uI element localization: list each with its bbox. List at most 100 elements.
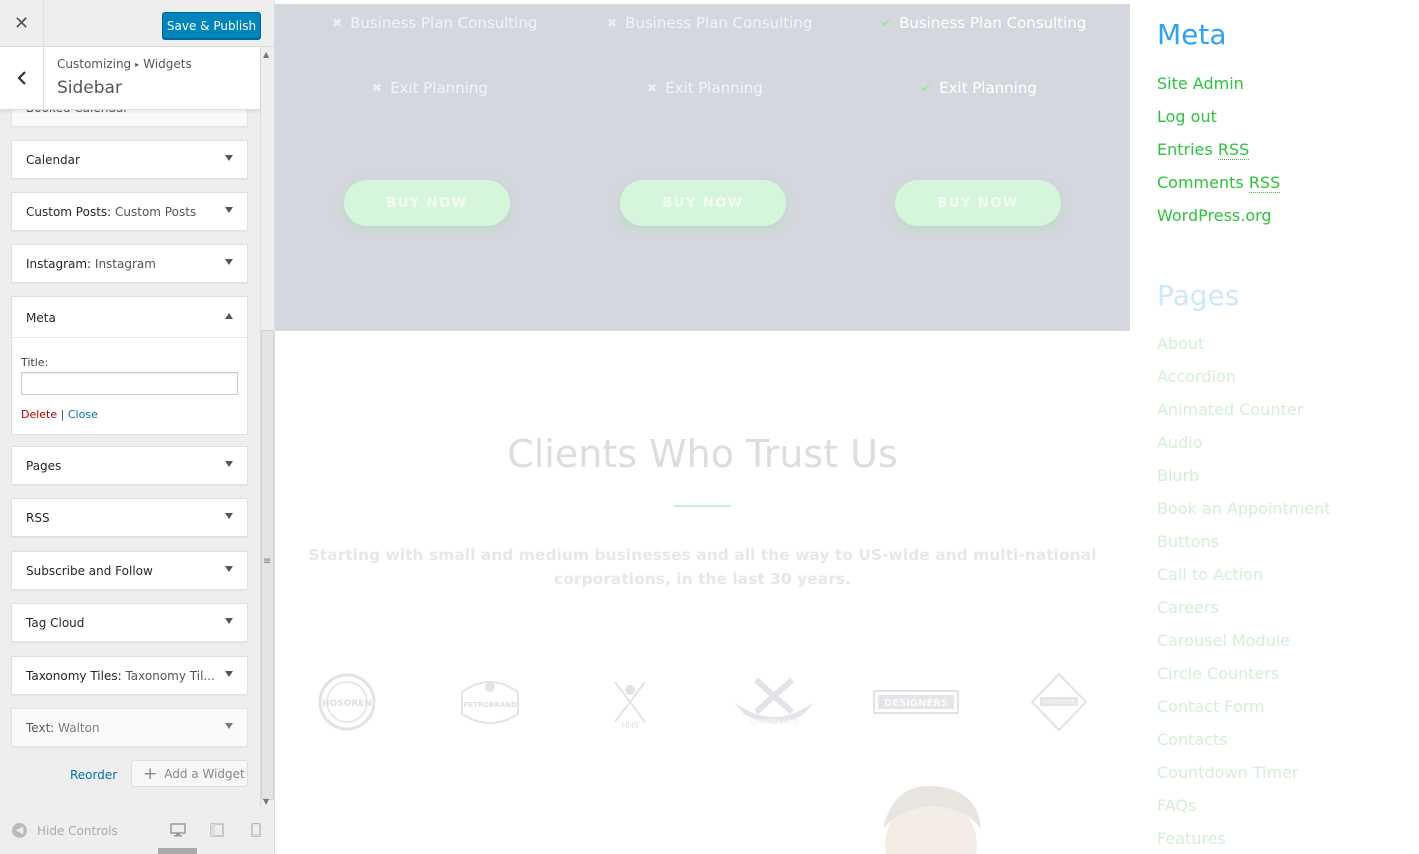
widget-title: Pages	[26, 459, 62, 473]
widget-instagram[interactable]: Instagram: Instagram	[11, 244, 248, 283]
widget-actions: Delete | Close	[21, 408, 98, 421]
close-customizer-button[interactable]: ✕	[0, 0, 44, 47]
svg-text:DESIGNERS: DESIGNERS	[884, 698, 948, 709]
breadcrumb-parent: Customizing	[57, 57, 132, 71]
widget-pages[interactable]: Pages	[11, 446, 248, 485]
save-publish-button[interactable]: Save & Publish	[162, 12, 261, 39]
customizer-footer: ◀ Hide Controls	[0, 812, 274, 854]
plus-icon: +	[143, 763, 158, 784]
widget-taxonomy-tiles[interactable]: Taxonomy Tiles: Taxonomy Til...	[11, 656, 248, 695]
collapse-arrow-icon[interactable]	[225, 313, 233, 319]
close-link[interactable]: Close	[68, 408, 98, 421]
page-link[interactable]: Carousel Module	[1157, 631, 1290, 650]
page-link[interactable]: Audio	[1157, 433, 1202, 452]
pricing-feature: ✖ Exit Planning	[372, 79, 488, 97]
page-link[interactable]: Accordion	[1157, 367, 1236, 386]
title-input[interactable]	[21, 372, 238, 395]
mobile-preview-icon[interactable]	[248, 823, 264, 837]
widget-title: Meta	[26, 311, 56, 325]
buy-now-button[interactable]: BUY NOW	[344, 180, 510, 226]
meta-link-comments-rss[interactable]: Comments RSS	[1157, 173, 1281, 193]
hide-controls-button[interactable]: ◀ Hide Controls	[12, 823, 118, 838]
widget-title: Text: Walton	[26, 721, 100, 735]
svg-text:HOSOREN: HOSOREN	[322, 699, 372, 709]
pricing-feature: ✔ Exit Planning	[921, 79, 1037, 97]
svg-text:PROVIDENCE: PROVIDENCE	[1043, 700, 1076, 706]
resize-grip-icon[interactable]: ≡	[263, 556, 271, 567]
widget-title: Taxonomy Tiles: Taxonomy Til...	[26, 669, 215, 683]
desktop-preview-icon[interactable]	[170, 823, 186, 837]
svg-text:PETROBRAND: PETROBRAND	[463, 701, 517, 709]
page-link[interactable]: About	[1157, 334, 1204, 353]
chevron-left-icon	[16, 71, 26, 85]
widget-title: RSS	[26, 511, 50, 525]
tablet-preview-icon[interactable]	[209, 823, 225, 837]
page-link[interactable]: Contact Form	[1157, 697, 1265, 716]
cross-icon: ✖	[647, 81, 658, 95]
expand-arrow-icon[interactable]	[225, 155, 233, 161]
client-logo-designers: DESIGNERS	[872, 672, 960, 732]
expand-arrow-icon[interactable]	[225, 259, 233, 265]
page-link[interactable]: FAQs	[1157, 796, 1196, 815]
title-field-label: Title:	[21, 356, 49, 369]
scroll-down-arrow-icon[interactable]: ▼	[263, 797, 269, 806]
pricing-table: ✖ Business Plan Consulting ✖ Exit Planning…	[275, 4, 1130, 331]
page-link[interactable]: Features	[1157, 829, 1226, 848]
widget-subscribe-and-follow[interactable]: Subscribe and Follow	[11, 551, 248, 590]
meta-link-log-out[interactable]: Log out	[1157, 107, 1217, 126]
page-link[interactable]: Careers	[1157, 598, 1219, 617]
customizer-header: ✕ Save & Publish	[0, 0, 274, 47]
cross-icon: ✖	[332, 16, 343, 30]
scroll-up-arrow-icon[interactable]: ▲	[263, 50, 269, 59]
meta-link-entries-rss[interactable]: Entries RSS	[1157, 140, 1250, 160]
close-icon: ✕	[13, 13, 30, 34]
heading-divider	[674, 505, 731, 507]
check-icon: ✔	[881, 16, 892, 30]
page-link[interactable]: Book an Appointment	[1157, 499, 1331, 518]
page-link[interactable]: Contacts	[1157, 730, 1228, 749]
widget-text[interactable]: Text: Walton	[11, 708, 248, 747]
delete-link[interactable]: Delete	[21, 408, 57, 421]
widget-tag-cloud[interactable]: Tag Cloud	[11, 603, 248, 642]
breadcrumb-child: Widgets	[143, 57, 192, 71]
team-member-photo	[873, 784, 989, 854]
back-button[interactable]	[0, 47, 44, 109]
widget-rss[interactable]: RSS	[11, 498, 248, 537]
expand-arrow-icon[interactable]	[225, 207, 233, 213]
widget-title: Calendar	[26, 153, 80, 167]
widget-calendar[interactable]: Calendar	[11, 140, 248, 179]
expand-arrow-icon[interactable]	[225, 618, 233, 624]
expand-arrow-icon[interactable]	[225, 513, 233, 519]
page-link[interactable]: Animated Counter	[1157, 400, 1303, 419]
pages-widget-heading: Pages	[1157, 279, 1240, 312]
add-widget-button[interactable]: + Add a Widget	[131, 760, 248, 787]
page-link[interactable]: Call to Action	[1157, 565, 1263, 584]
page-link[interactable]: Circle Counters	[1157, 664, 1279, 683]
site-sidebar: Meta Site Admin Log out Entries RSS Comm…	[1130, 0, 1419, 854]
pricing-feature: ✖ Business Plan Consulting	[607, 14, 813, 32]
reorder-link[interactable]: Reorder	[70, 768, 117, 782]
widget-title: Tag Cloud	[26, 616, 85, 630]
clients-heading: Clients Who Trust Us	[507, 432, 898, 476]
pricing-feature: ✖ Exit Planning	[647, 79, 763, 97]
collapse-arrow-icon: ◀	[12, 823, 27, 838]
page-link[interactable]: Blurb	[1157, 466, 1199, 485]
client-logo-hosoren: HOSOREN	[312, 672, 382, 732]
expand-arrow-icon[interactable]	[225, 671, 233, 677]
customizer-panel: Booked Calendar Calendar Custom Posts: C…	[0, 0, 275, 854]
section-title: Sidebar	[57, 78, 122, 98]
widget-meta[interactable]: Meta	[11, 296, 248, 338]
client-logo-petrobrand: PETROBRAND	[450, 672, 530, 732]
widget-list: Booked Calendar Calendar Custom Posts: C…	[0, 100, 260, 800]
expand-arrow-icon[interactable]	[225, 723, 233, 729]
buy-now-button[interactable]: BUY NOW	[620, 180, 786, 226]
page-link[interactable]: Countdown Timer	[1157, 763, 1299, 782]
expand-arrow-icon[interactable]	[225, 566, 233, 572]
meta-link-site-admin[interactable]: Site Admin	[1157, 74, 1244, 93]
meta-link-wordpress-org[interactable]: WordPress.org	[1157, 206, 1272, 225]
expand-arrow-icon[interactable]	[225, 461, 233, 467]
buy-now-button[interactable]: BUY NOW	[895, 180, 1061, 226]
cross-icon: ✖	[607, 16, 618, 30]
widget-custom-posts[interactable]: Custom Posts: Custom Posts	[11, 192, 248, 231]
page-link[interactable]: Buttons	[1157, 532, 1219, 551]
